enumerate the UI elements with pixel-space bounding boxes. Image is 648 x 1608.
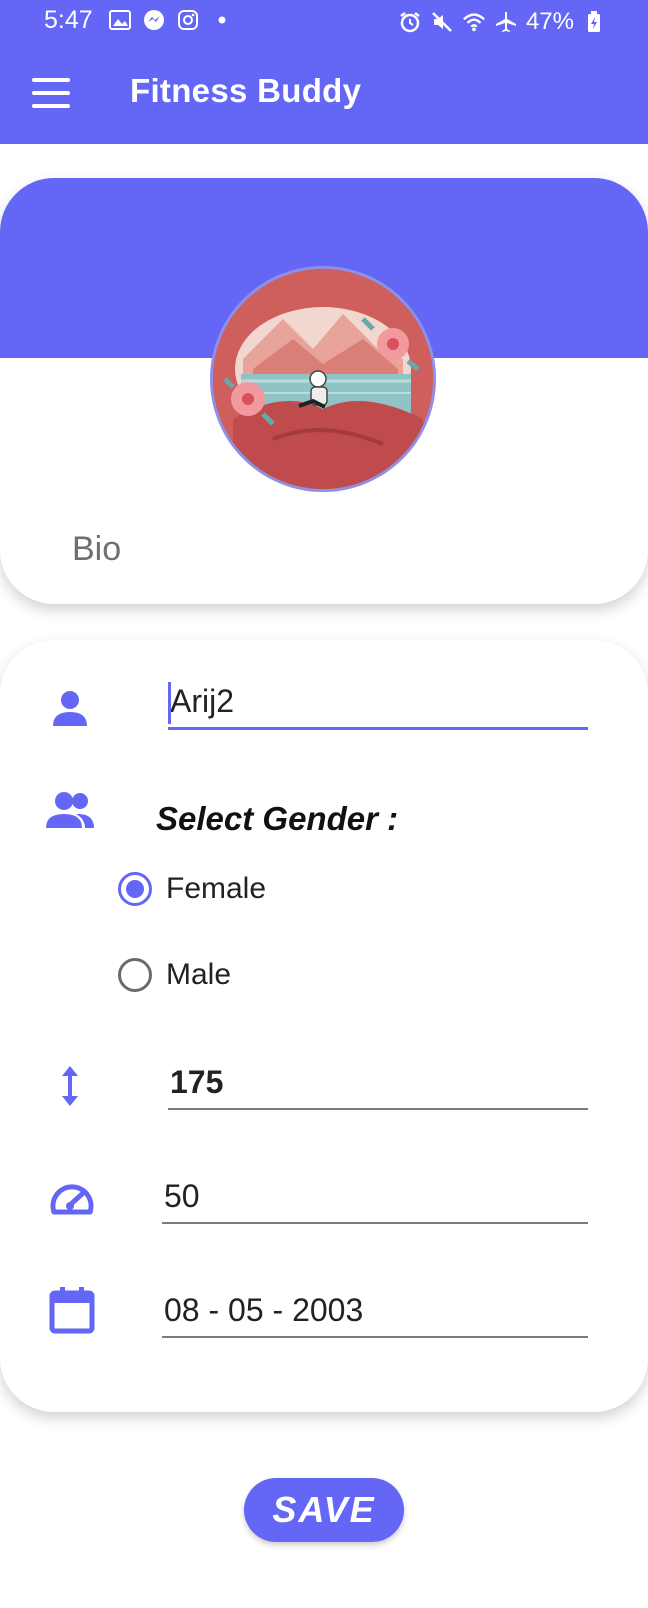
radio-male[interactable]: Male xyxy=(118,958,231,992)
app-bar: Fitness Buddy xyxy=(0,42,648,144)
status-bar: 5:47 47% xyxy=(0,0,648,42)
airplane-icon xyxy=(494,10,518,34)
weight-field[interactable] xyxy=(162,1170,588,1224)
instagram-icon xyxy=(176,8,200,32)
speedometer-icon xyxy=(46,1172,98,1224)
people-icon xyxy=(44,784,96,836)
calendar-icon xyxy=(46,1284,98,1336)
app-title: Fitness Buddy xyxy=(130,72,362,109)
birthdate-input[interactable] xyxy=(162,1284,588,1336)
birthdate-field[interactable] xyxy=(162,1284,588,1338)
name-input[interactable] xyxy=(168,676,588,727)
radio-female-label: Female xyxy=(166,872,267,905)
battery-percent: 47% xyxy=(525,8,574,35)
avatar[interactable] xyxy=(210,266,436,492)
radio-female-dot xyxy=(126,880,144,898)
name-field[interactable] xyxy=(168,676,588,730)
radio-male-label: Male xyxy=(166,958,232,991)
height-input[interactable] xyxy=(168,1056,588,1108)
messenger-icon xyxy=(142,8,166,32)
person-icon xyxy=(44,682,96,734)
gender-label: Select Gender : xyxy=(156,800,399,837)
status-left-icons xyxy=(108,8,234,32)
status-time: 5:47 xyxy=(44,6,93,34)
save-button[interactable]: SAVE xyxy=(244,1478,404,1542)
profile-form-card: Select Gender : Female Male xyxy=(0,640,648,1412)
height-field[interactable] xyxy=(168,1056,588,1110)
text-cursor xyxy=(168,682,171,724)
alarm-icon xyxy=(398,10,422,34)
radio-male-circle[interactable] xyxy=(118,958,152,992)
hamburger-menu-icon[interactable] xyxy=(32,78,70,108)
gallery-icon xyxy=(108,8,132,32)
profile-card: Bio xyxy=(0,178,648,604)
wifi-icon xyxy=(462,10,486,34)
height-icon xyxy=(44,1060,96,1112)
dot-icon xyxy=(210,8,234,32)
mute-icon xyxy=(430,10,454,34)
radio-female-circle[interactable] xyxy=(118,872,152,906)
weight-input[interactable] xyxy=(162,1170,588,1222)
radio-female[interactable]: Female xyxy=(118,872,266,906)
status-right-icons: 47% xyxy=(398,8,606,36)
bio-label[interactable]: Bio xyxy=(72,530,121,569)
battery-icon xyxy=(582,10,606,34)
